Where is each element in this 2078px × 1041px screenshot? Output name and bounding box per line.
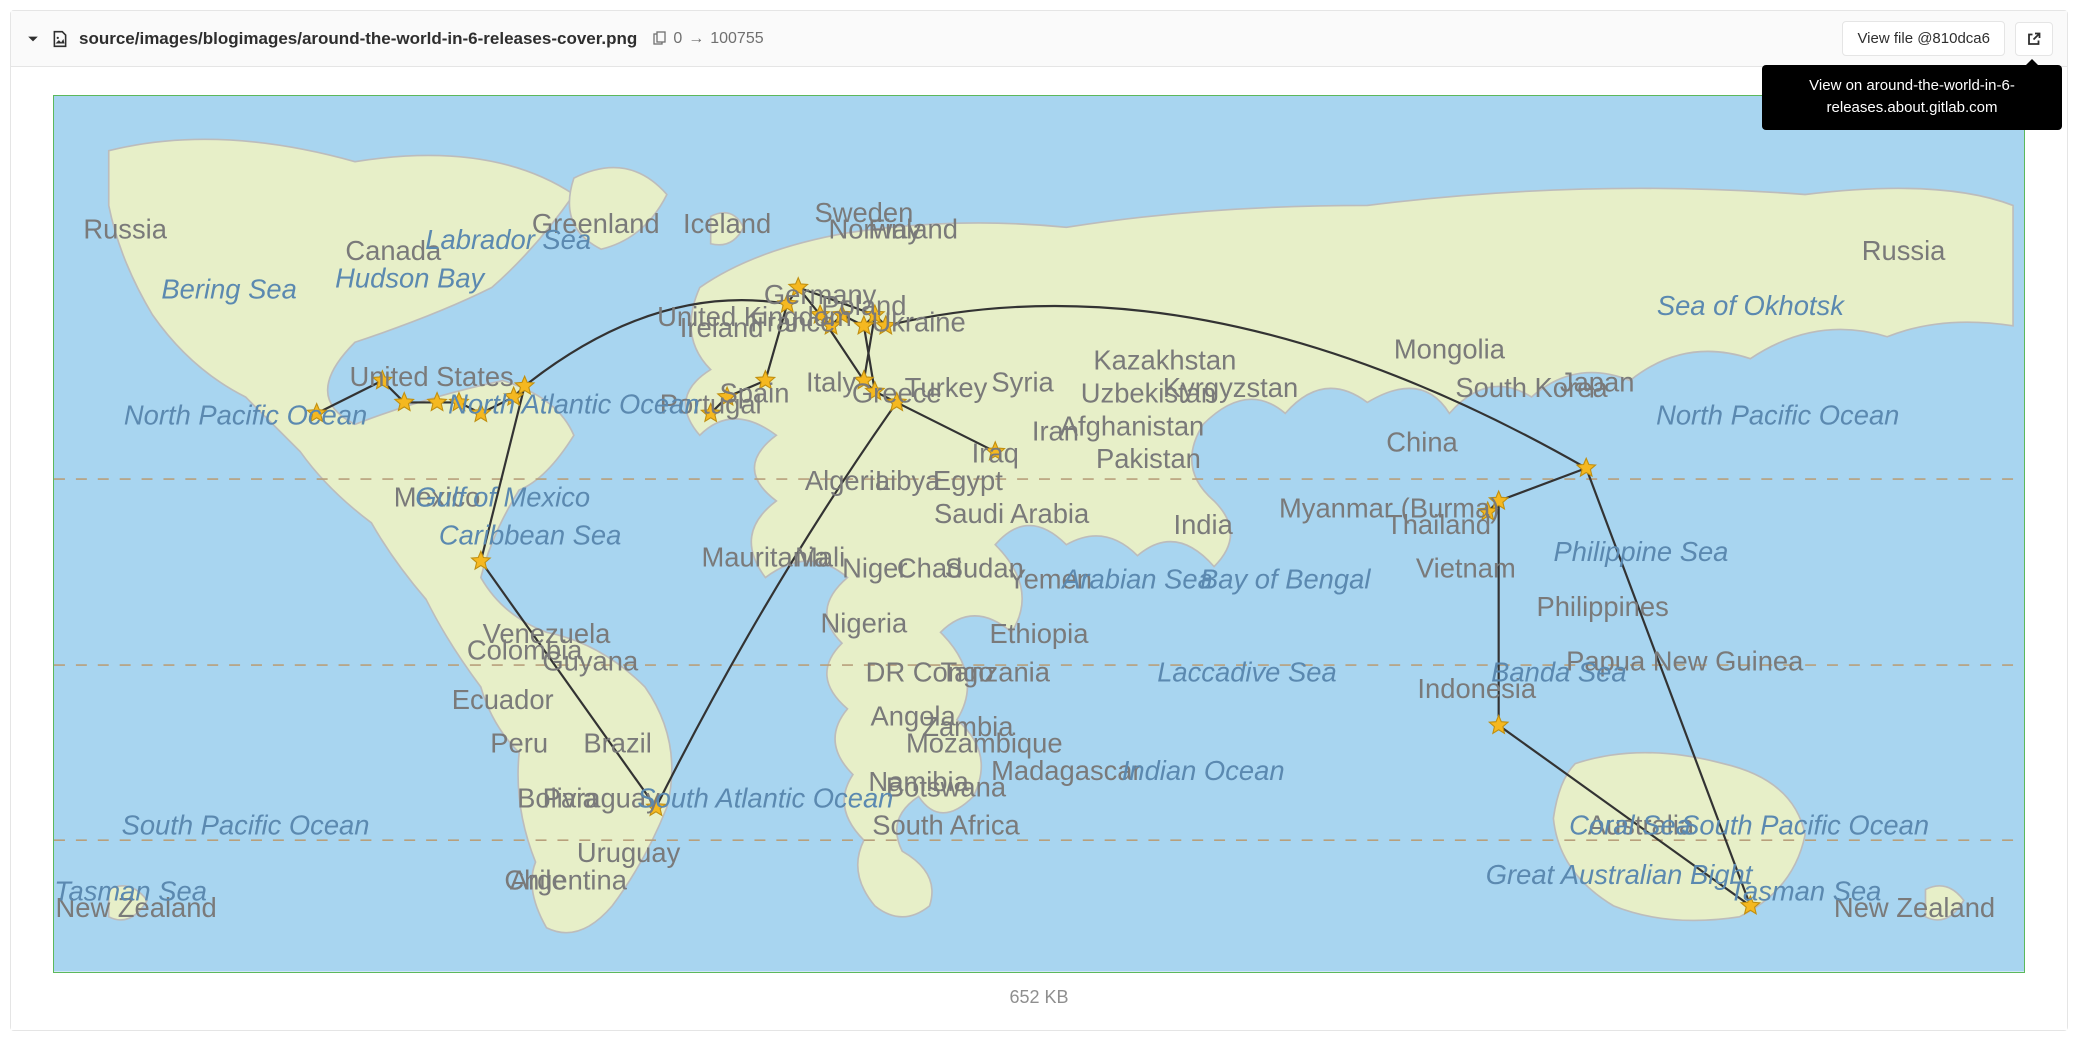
svg-text:Hudson Bay: Hudson Bay: [335, 263, 486, 294]
svg-text:Gulf of Mexico: Gulf of Mexico: [415, 481, 590, 512]
svg-text:South Africa: South Africa: [872, 810, 1020, 841]
svg-text:Coral Sea: Coral Sea: [1569, 810, 1691, 841]
svg-text:Indian Ocean: Indian Ocean: [1122, 755, 1285, 786]
svg-text:Saudi Arabia: Saudi Arabia: [934, 498, 1090, 529]
svg-text:Guyana: Guyana: [542, 646, 639, 677]
file-path: source/images/blogimages/around-the-worl…: [79, 29, 637, 49]
map-image: CanadaRussiaRussiaGreenlandIcelandUnited…: [54, 96, 2024, 972]
collapse-toggle[interactable]: [25, 33, 41, 45]
svg-text:India: India: [1174, 509, 1234, 540]
svg-text:Ethiopia: Ethiopia: [990, 618, 1090, 649]
svg-text:North Pacific Ocean: North Pacific Ocean: [124, 399, 367, 430]
svg-text:Botswana: Botswana: [886, 771, 1007, 802]
svg-text:Afghanistan: Afghanistan: [1060, 410, 1205, 441]
svg-text:Tasman Sea: Tasman Sea: [54, 875, 207, 906]
svg-text:North Pacific Ocean: North Pacific Ocean: [1656, 399, 1899, 430]
file-body: CanadaRussiaRussiaGreenlandIcelandUnited…: [11, 67, 2067, 1030]
external-link-icon: [2026, 31, 2042, 47]
file-size-label: 652 KB: [53, 973, 2025, 1014]
svg-text:South Pacific Ocean: South Pacific Ocean: [122, 810, 370, 841]
svg-text:Kyrgyzstan: Kyrgyzstan: [1163, 372, 1298, 403]
svg-text:North Atlantic Ocean: North Atlantic Ocean: [448, 388, 699, 419]
mode-after: 100755: [710, 30, 763, 48]
svg-text:Labrador Sea: Labrador Sea: [425, 224, 591, 255]
svg-text:Ecuador: Ecuador: [452, 684, 554, 715]
svg-text:Russia: Russia: [83, 213, 167, 244]
svg-text:Vietnam: Vietnam: [1416, 553, 1516, 584]
svg-text:France: France: [750, 306, 835, 337]
svg-text:Philippines: Philippines: [1536, 591, 1668, 622]
svg-text:Madagascar: Madagascar: [991, 755, 1142, 786]
svg-text:Great Australian Bight: Great Australian Bight: [1486, 859, 1754, 890]
svg-text:Sea of Okhotsk: Sea of Okhotsk: [1657, 290, 1845, 321]
svg-text:South Atlantic Ocean: South Atlantic Ocean: [637, 782, 893, 813]
svg-text:Banda Sea: Banda Sea: [1491, 657, 1626, 688]
svg-text:Pakistan: Pakistan: [1096, 443, 1201, 474]
mode-before: 0: [673, 30, 682, 48]
svg-text:Libya: Libya: [875, 465, 941, 496]
svg-text:Bay of Bengal: Bay of Bengal: [1200, 563, 1371, 594]
svg-text:Egypt: Egypt: [933, 465, 1003, 496]
svg-text:Philippine Sea: Philippine Sea: [1553, 536, 1728, 567]
copy-icon: [651, 31, 667, 47]
external-link-button[interactable]: View on around-the-world-in-6-releases.a…: [2015, 22, 2053, 56]
svg-text:Brazil: Brazil: [583, 728, 651, 759]
mode-arrow: →: [688, 30, 704, 48]
svg-text:South Pacific Ocean: South Pacific Ocean: [1681, 810, 1929, 841]
view-file-label: View file @810dca6: [1857, 30, 1990, 47]
svg-text:Turkey: Turkey: [905, 372, 988, 403]
svg-text:Syria: Syria: [991, 366, 1054, 397]
svg-text:Mali: Mali: [795, 542, 845, 573]
svg-text:Russia: Russia: [1862, 235, 1946, 266]
svg-text:Nigeria: Nigeria: [821, 607, 908, 638]
svg-text:Ukraine: Ukraine: [871, 306, 965, 337]
file-header: source/images/blogimages/around-the-worl…: [11, 11, 2067, 67]
svg-text:Uruguay: Uruguay: [577, 837, 681, 868]
svg-text:Arabian Sea: Arabian Sea: [1060, 563, 1213, 594]
svg-text:China: China: [1386, 427, 1458, 458]
svg-text:South Korea: South Korea: [1455, 372, 1608, 403]
svg-text:Thailand: Thailand: [1386, 509, 1491, 540]
svg-text:Chile: Chile: [504, 864, 566, 895]
external-link-tooltip: View on around-the-world-in-6-releases.a…: [1762, 65, 2062, 130]
svg-text:Peru: Peru: [490, 728, 548, 759]
svg-text:Tanzania: Tanzania: [940, 657, 1050, 688]
view-file-button[interactable]: View file @810dca6: [1842, 21, 2005, 56]
image-file-icon: [51, 30, 69, 48]
file-diff-panel: source/images/blogimages/around-the-worl…: [10, 10, 2068, 1031]
svg-text:Caribbean Sea: Caribbean Sea: [439, 520, 622, 551]
svg-text:Iceland: Iceland: [683, 208, 771, 239]
file-mode-change: 0 → 100755: [651, 30, 763, 48]
svg-text:Finland: Finland: [868, 213, 958, 244]
svg-text:Bering Sea: Bering Sea: [161, 273, 296, 304]
image-preview-frame: CanadaRussiaRussiaGreenlandIcelandUnited…: [53, 95, 2025, 973]
svg-text:Mongolia: Mongolia: [1394, 334, 1506, 365]
svg-text:Laccadive Sea: Laccadive Sea: [1157, 657, 1336, 688]
svg-text:Italy: Italy: [806, 366, 856, 397]
